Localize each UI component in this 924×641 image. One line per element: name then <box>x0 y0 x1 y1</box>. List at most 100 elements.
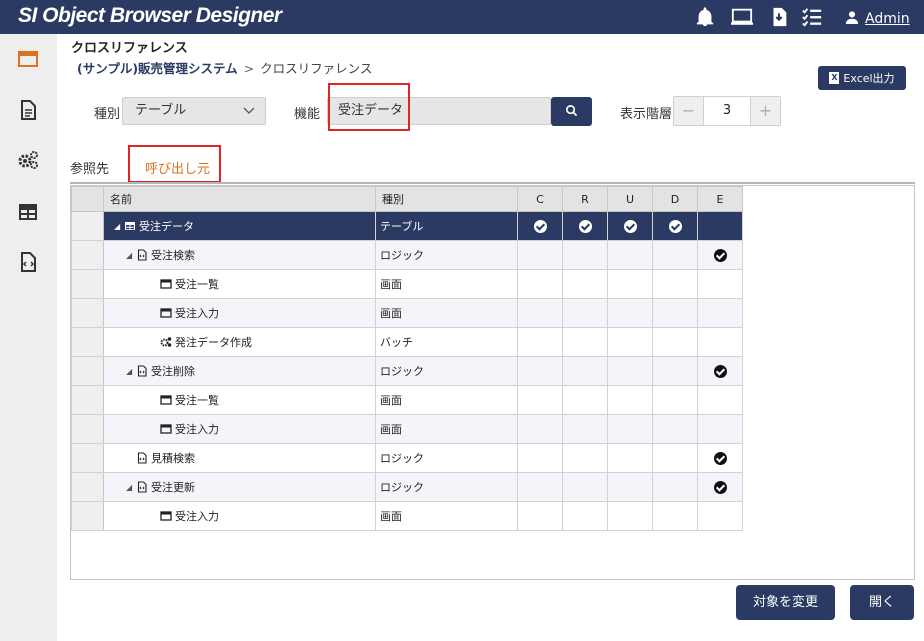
grid-row[interactable]: 受注一覧 画面 <box>71 385 743 415</box>
cell-u <box>607 211 653 241</box>
cell-c <box>517 327 563 357</box>
row-selector[interactable] <box>71 298 104 328</box>
check-circle-icon <box>578 219 592 233</box>
level-increment-button[interactable]: + <box>750 97 780 125</box>
grid-row[interactable]: 受注入力 画面 <box>71 501 743 531</box>
cell-name[interactable]: 受注一覧 <box>103 385 376 415</box>
monitor-icon[interactable] <box>731 6 753 28</box>
grid-row-root[interactable]: ◢ 受注データ テーブル <box>71 211 743 241</box>
cell-name[interactable]: ◢ 受注更新 <box>103 472 376 502</box>
column-header-d[interactable]: D <box>652 186 698 212</box>
level-stepper[interactable]: − 3 + <box>673 96 781 126</box>
column-header-u[interactable]: U <box>607 186 653 212</box>
row-selector[interactable] <box>71 356 104 386</box>
cell-d <box>652 356 698 386</box>
cell-r <box>562 385 608 415</box>
app-logo[interactable]: SI Object Browser Designer <box>18 4 282 28</box>
grid-row[interactable]: 受注入力 画面 <box>71 298 743 328</box>
row-selector[interactable] <box>71 472 104 502</box>
document-icon[interactable] <box>17 99 39 121</box>
window-icon <box>160 394 172 406</box>
expand-toggle-icon[interactable]: ◢ <box>114 222 124 231</box>
code-file-icon[interactable] <box>17 251 39 273</box>
row-selector[interactable] <box>71 269 104 299</box>
kind-label: 種別 <box>94 107 121 122</box>
kind-select-value: テーブル <box>135 103 187 118</box>
window-icon <box>160 510 172 522</box>
search-button[interactable] <box>551 97 592 126</box>
cross-reference-grid[interactable]: 名前 種別 C R U D E ◢ 受注データ テーブル ◢ 受注検索 ロジック 受注一覧画… <box>70 185 915 580</box>
cell-d <box>652 327 698 357</box>
gears-icon[interactable] <box>17 149 39 171</box>
cell-u <box>607 356 653 386</box>
cell-name[interactable]: 受注入力 <box>103 501 376 531</box>
cell-e <box>697 356 743 386</box>
expand-toggle-icon[interactable]: ◢ <box>126 251 136 260</box>
cell-kind: テーブル <box>375 211 518 241</box>
level-value[interactable]: 3 <box>704 97 750 125</box>
grid-row[interactable]: 受注一覧 画面 <box>71 269 743 299</box>
row-selector-header <box>71 186 104 212</box>
cell-u <box>607 269 653 299</box>
kind-select[interactable]: テーブル <box>122 97 266 125</box>
bell-icon[interactable] <box>694 6 716 28</box>
checklist-icon[interactable] <box>801 6 823 28</box>
check-circle-icon <box>713 248 727 262</box>
column-header-kind[interactable]: 種別 <box>375 186 518 212</box>
grid-row[interactable]: 受注入力 画面 <box>71 414 743 444</box>
table-icon <box>124 220 136 232</box>
window-icon <box>160 307 172 319</box>
cell-name[interactable]: 見積検索 <box>103 443 376 473</box>
row-selector[interactable] <box>71 211 104 241</box>
search-icon <box>565 104 578 120</box>
excel-export-button[interactable]: X Excel出力 <box>818 66 906 90</box>
user-menu[interactable]: Admin <box>845 10 910 27</box>
cell-r <box>562 414 608 444</box>
cell-r <box>562 501 608 531</box>
row-selector[interactable] <box>71 240 104 270</box>
cell-name-text: 受注更新 <box>151 481 195 494</box>
tab-reference[interactable]: 参照先 <box>70 158 109 177</box>
cell-r <box>562 240 608 270</box>
cell-name[interactable]: ◢ 受注削除 <box>103 356 376 386</box>
level-decrement-button[interactable]: − <box>674 97 704 125</box>
grid-row[interactable]: 見積検索 ロジック <box>71 443 743 473</box>
column-header-name[interactable]: 名前 <box>103 186 376 212</box>
window-icon[interactable] <box>17 48 39 70</box>
column-header-r[interactable]: R <box>562 186 608 212</box>
row-selector[interactable] <box>71 327 104 357</box>
cell-u <box>607 501 653 531</box>
cell-name[interactable]: 受注一覧 <box>103 269 376 299</box>
column-header-e[interactable]: E <box>697 186 743 212</box>
table-icon[interactable] <box>17 201 39 223</box>
cell-name[interactable]: 受注入力 <box>103 298 376 328</box>
row-selector[interactable] <box>71 414 104 444</box>
download-icon[interactable] <box>768 6 790 28</box>
cell-e <box>697 327 743 357</box>
open-button[interactable]: 開く <box>850 585 914 620</box>
cell-name[interactable]: ◢ 受注検索 <box>103 240 376 270</box>
user-name[interactable]: Admin <box>865 11 910 27</box>
expand-toggle-icon[interactable]: ◢ <box>126 483 136 492</box>
breadcrumb-link[interactable]: (サンプル)販売管理システム <box>77 61 238 76</box>
change-target-button[interactable]: 対象を変更 <box>736 585 835 620</box>
cell-c <box>517 211 563 241</box>
grid-row[interactable]: ◢ 受注削除 ロジック <box>71 356 743 386</box>
expand-toggle-icon[interactable]: ◢ <box>126 367 136 376</box>
user-icon <box>845 11 859 27</box>
cell-d <box>652 443 698 473</box>
row-selector[interactable] <box>71 501 104 531</box>
cell-name[interactable]: 受注入力 <box>103 414 376 444</box>
cell-name[interactable]: ◢ 受注データ <box>103 211 376 241</box>
cell-name[interactable]: 発注データ作成 <box>103 327 376 357</box>
row-selector[interactable] <box>71 385 104 415</box>
code-file-icon <box>136 249 148 261</box>
grid-row[interactable]: ◢ 受注検索 ロジック <box>71 240 743 270</box>
cell-d <box>652 472 698 502</box>
grid-row[interactable]: 発注データ作成 バッチ <box>71 327 743 357</box>
grid-row[interactable]: ◢ 受注更新 ロジック <box>71 472 743 502</box>
cell-e <box>697 443 743 473</box>
main-content: クロスリファレンス (サンプル)販売管理システム > クロスリファレンス X Exce… <box>57 34 924 641</box>
row-selector[interactable] <box>71 443 104 473</box>
column-header-c[interactable]: C <box>517 186 563 212</box>
